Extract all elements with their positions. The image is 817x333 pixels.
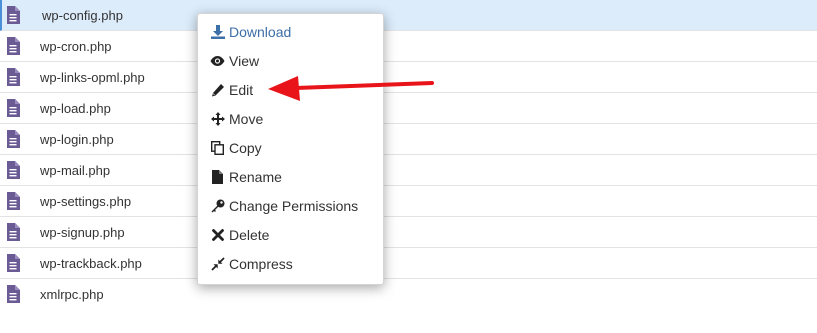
compress-icon — [210, 256, 225, 271]
x-icon — [210, 227, 225, 242]
php-file-icon — [6, 192, 20, 210]
file-name[interactable]: wp-links-opml.php — [40, 71, 145, 84]
file-name[interactable]: wp-signup.php — [40, 226, 125, 239]
php-file-icon — [6, 130, 20, 148]
menu-item-view[interactable]: View — [198, 46, 383, 75]
menu-item-compress[interactable]: Compress — [198, 249, 383, 278]
php-file-icon — [6, 68, 20, 86]
file-name[interactable]: wp-settings.php — [40, 195, 131, 208]
menu-item-label: Delete — [229, 226, 270, 243]
menu-item-label: Compress — [229, 255, 293, 272]
menu-item-copy[interactable]: Copy — [198, 133, 383, 162]
context-menu: Download View Edit Move Copy Rename Chan… — [197, 13, 384, 285]
file-name[interactable]: wp-login.php — [40, 133, 114, 146]
file-row-wp-signup[interactable]: wp-signup.php — [0, 217, 817, 248]
php-file-icon — [6, 6, 20, 24]
php-file-icon — [6, 285, 20, 303]
menu-item-label: Edit — [229, 81, 254, 98]
menu-item-label: Change Permissions — [229, 197, 359, 214]
file-name[interactable]: xmlrpc.php — [40, 288, 104, 301]
file-list: wp-config.php wp-cron.php wp-links-opml.… — [0, 0, 817, 310]
menu-item-rename[interactable]: Rename — [198, 162, 383, 191]
menu-item-label: Move — [229, 110, 264, 127]
menu-item-label: View — [229, 52, 260, 69]
file-row-xmlrpc[interactable]: xmlrpc.php — [0, 279, 817, 310]
file-row-wp-login[interactable]: wp-login.php — [0, 124, 817, 155]
move-arrows-icon — [210, 111, 225, 126]
copy-icon — [210, 140, 225, 155]
file-icon — [210, 169, 225, 184]
php-file-icon — [6, 99, 20, 117]
file-row-wp-config[interactable]: wp-config.php — [0, 0, 817, 31]
menu-item-download[interactable]: Download — [198, 17, 383, 46]
pencil-icon — [210, 82, 225, 97]
menu-item-move[interactable]: Move — [198, 104, 383, 133]
file-name[interactable]: wp-config.php — [42, 9, 123, 22]
file-row-wp-settings[interactable]: wp-settings.php — [0, 186, 817, 217]
key-icon — [210, 198, 225, 213]
menu-item-change-permissions[interactable]: Change Permissions — [198, 191, 383, 220]
file-row-wp-trackback[interactable]: wp-trackback.php — [0, 248, 817, 279]
menu-item-delete[interactable]: Delete — [198, 220, 383, 249]
file-row-wp-load[interactable]: wp-load.php — [0, 93, 817, 124]
php-file-icon — [6, 254, 20, 272]
menu-item-label: Download — [229, 23, 292, 40]
file-name[interactable]: wp-trackback.php — [40, 257, 142, 270]
php-file-icon — [6, 161, 20, 179]
file-row-wp-links-opml[interactable]: wp-links-opml.php — [0, 62, 817, 93]
php-file-icon — [6, 223, 20, 241]
menu-item-label: Rename — [229, 168, 282, 185]
file-name[interactable]: wp-load.php — [40, 102, 111, 115]
file-name[interactable]: wp-mail.php — [40, 164, 110, 177]
file-row-wp-cron[interactable]: wp-cron.php — [0, 31, 817, 62]
file-name[interactable]: wp-cron.php — [40, 40, 112, 53]
php-file-icon — [6, 37, 20, 55]
menu-item-edit[interactable]: Edit — [198, 75, 383, 104]
eye-icon — [210, 53, 225, 68]
menu-item-label: Copy — [229, 139, 262, 156]
file-row-wp-mail[interactable]: wp-mail.php — [0, 155, 817, 186]
download-icon — [210, 24, 225, 39]
